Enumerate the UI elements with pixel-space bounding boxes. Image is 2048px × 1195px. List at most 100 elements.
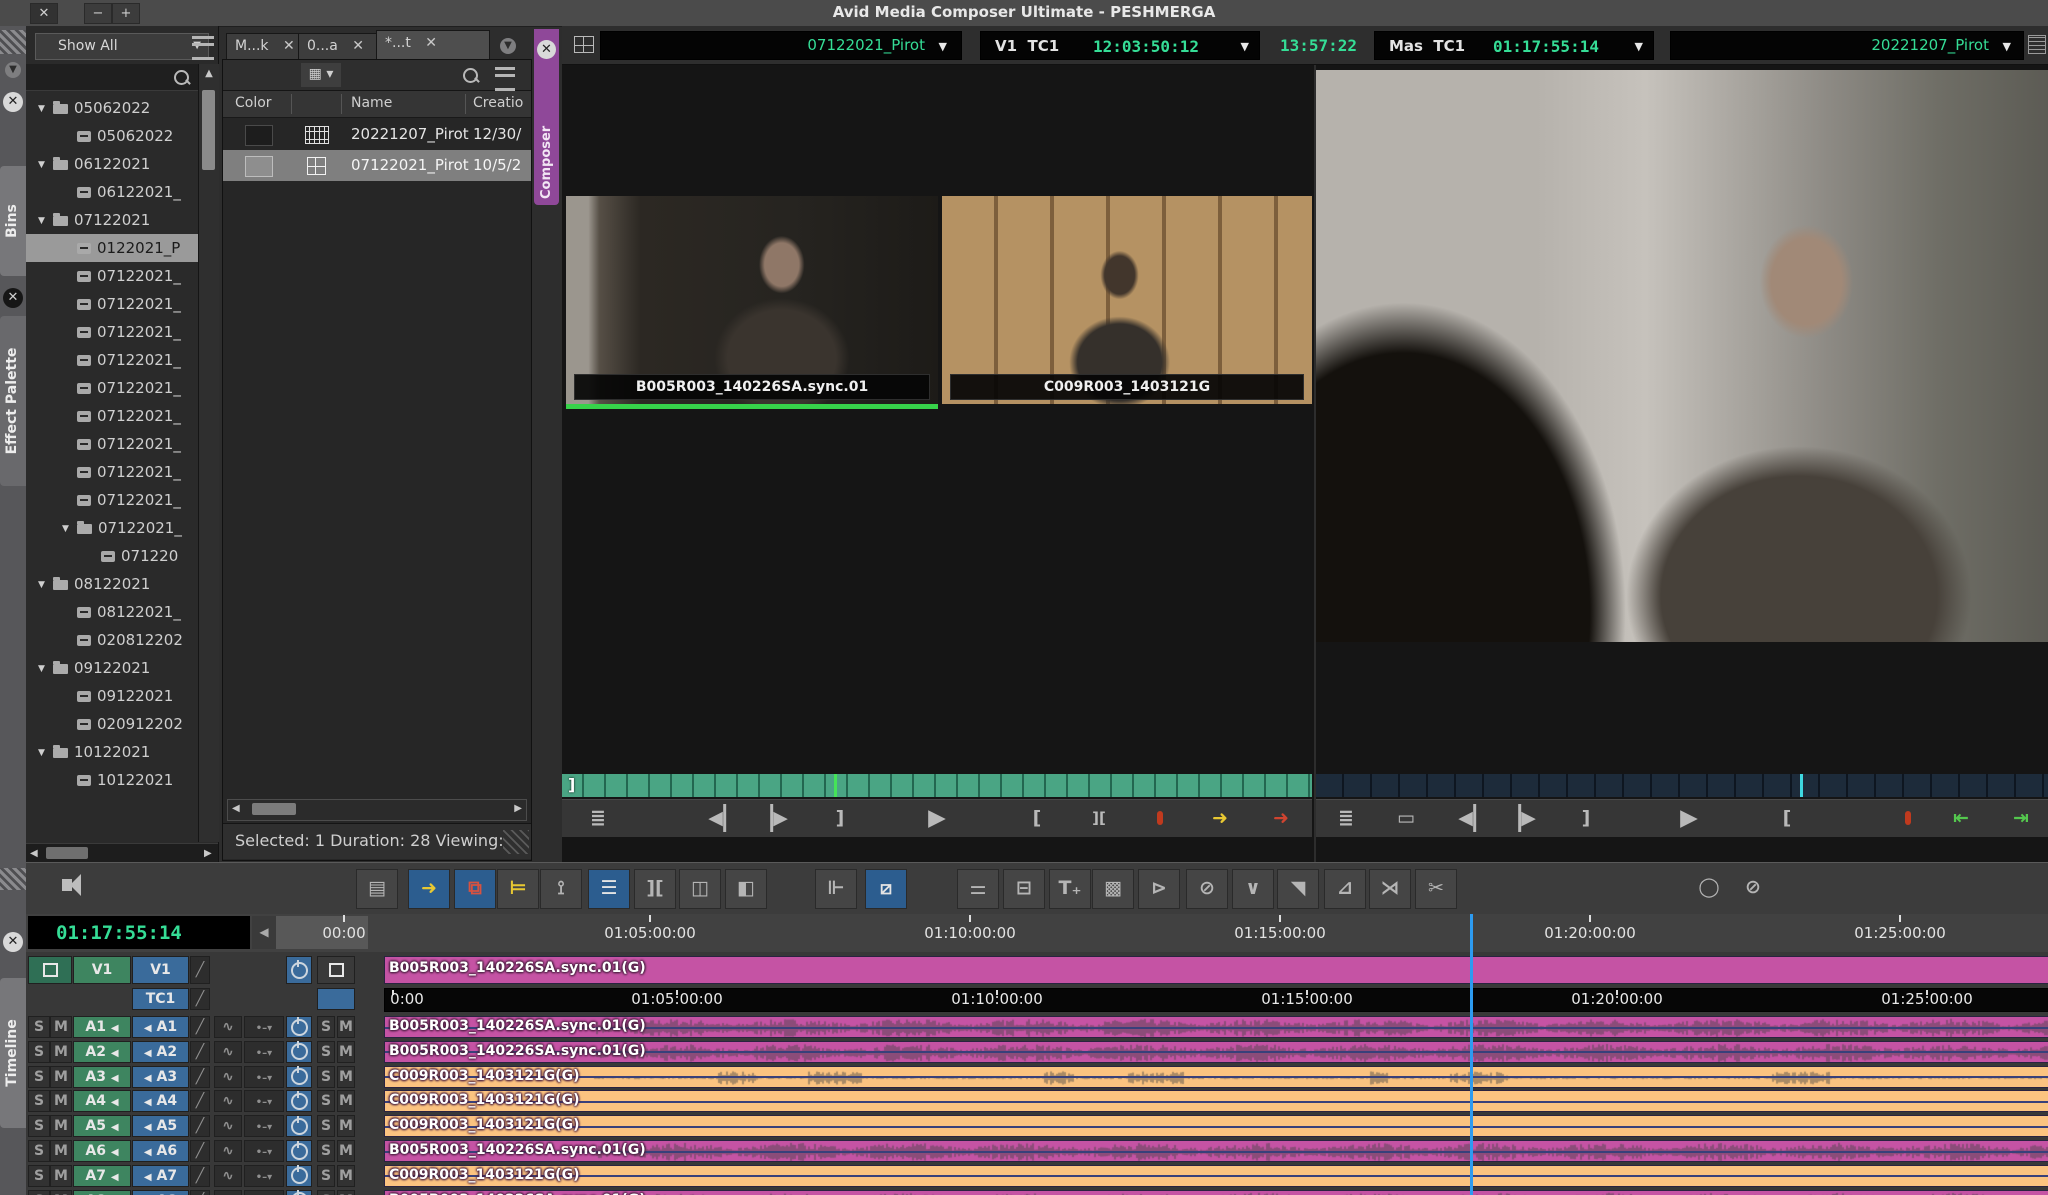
solo2-button-A7[interactable]: S: [317, 1165, 335, 1187]
mark-in-icon[interactable]: [: [1783, 804, 1792, 832]
audio-meter-icon[interactable]: [1905, 811, 1911, 825]
track-control-pen[interactable]: ╱: [190, 1140, 210, 1162]
scissors-icon[interactable]: ✂: [1415, 869, 1457, 909]
mute-button-A2[interactable]: M: [50, 1041, 72, 1063]
play-icon[interactable]: ▶: [1680, 804, 1698, 832]
source-clip-name-menu[interactable]: 07122021_Pirot ▼: [600, 31, 962, 60]
remove-effect-icon[interactable]: ⊘: [1186, 869, 1228, 909]
bin-tab[interactable]: *...t ✕: [376, 30, 490, 60]
splice-in-segment-icon[interactable]: ➜: [408, 869, 450, 909]
tc1-ruler[interactable]: 0:00 01:05:00:00 01:10:00:00 01:15:00:00…: [384, 988, 2048, 1012]
overwrite-segment-icon[interactable]: ⧉: [454, 869, 496, 909]
marker-icon[interactable]: ⊩: [815, 869, 857, 909]
tc1-track-selector[interactable]: TC1: [132, 988, 189, 1010]
focus-icon[interactable]: ◯: [1689, 869, 1729, 907]
timeline-clip-A5[interactable]: C009R003_1403121G(G): [384, 1115, 2048, 1137]
scrollbar-thumb[interactable]: [46, 847, 88, 859]
audio-meter-icon[interactable]: [1157, 811, 1163, 825]
audio-gain-icon[interactable]: ∨: [1232, 869, 1274, 909]
mute2-button-A2[interactable]: M: [337, 1041, 355, 1063]
tree-bin-row[interactable]: 07122021_: [26, 262, 198, 290]
bin-tab[interactable]: 0...a ✕: [298, 33, 386, 60]
sidebar-search-field[interactable]: [26, 64, 198, 91]
source-position-bar[interactable]: ]: [562, 774, 1312, 797]
mute2-button-A7[interactable]: M: [337, 1165, 355, 1187]
source-track-selector-A1[interactable]: A1 ◀: [73, 1016, 131, 1038]
timeline-clip-A6[interactable]: B005R003_140226SA.sync.01(G): [384, 1140, 2048, 1162]
solo2-button-A1[interactable]: S: [317, 1016, 335, 1038]
sync-lock-button[interactable]: [28, 956, 72, 984]
master-timecode-display[interactable]: Mas TC1 01:17:55:14 ▼: [1374, 31, 1654, 60]
drag-handle[interactable]: [0, 30, 26, 54]
timeline-clip-A3[interactable]: C009R003_1403121G(G): [384, 1066, 2048, 1088]
automation-button[interactable]: •–▾: [244, 1140, 284, 1162]
tree-bin-row[interactable]: 07122021_: [26, 290, 198, 318]
timeline-clip-A2[interactable]: B005R003_140226SA.sync.01(G): [384, 1041, 2048, 1063]
timeline-clip-A8[interactable]: B005R003_140226SA.sync.01(G): [384, 1190, 2048, 1195]
source-track-selector-A4[interactable]: A4 ◀: [73, 1090, 131, 1112]
tree-bin-row[interactable]: 07122021_: [26, 430, 198, 458]
tree-folder-row[interactable]: ▼06122021: [26, 150, 198, 178]
trim-left-icon[interactable]: ][: [634, 869, 676, 909]
scrollbar-thumb[interactable]: [202, 90, 215, 170]
tree-bin-row[interactable]: 071220: [26, 542, 198, 570]
track-control-pen[interactable]: ╱: [190, 956, 210, 984]
grid-view-icon[interactable]: [574, 36, 594, 53]
scroll-left-icon[interactable]: ◀: [232, 803, 240, 814]
close-timeline-icon[interactable]: ✕: [3, 932, 23, 952]
sidebar-tab-bins[interactable]: Bins: [0, 166, 26, 276]
mark-out-icon[interactable]: ]: [1582, 804, 1591, 832]
record-position-bar[interactable]: [1316, 774, 2048, 797]
source-timecode-display[interactable]: V1 TC1 12:03:50:12 ▼: [980, 31, 1260, 60]
video-quality-icon[interactable]: ⧄: [865, 869, 907, 909]
source-track-selector-A8[interactable]: A8 ◀: [73, 1190, 131, 1195]
solo-button-A8[interactable]: S: [28, 1190, 50, 1195]
automation-button[interactable]: •–▾: [244, 1016, 284, 1038]
record-track-selector-A4[interactable]: ◀ A4: [132, 1090, 189, 1112]
expand-arrow-icon[interactable]: ▼: [38, 571, 48, 599]
solo2-button-A2[interactable]: S: [317, 1041, 335, 1063]
record-position-playhead[interactable]: [1800, 774, 1803, 797]
step-forward-icon[interactable]: ▶: [770, 804, 788, 832]
sidebar-horizontal-scrollbar[interactable]: ◀ ▶: [26, 843, 218, 863]
scroll-up-icon[interactable]: ▲: [199, 68, 219, 79]
bin-filter-dropdown[interactable]: Show All ▼: [35, 33, 209, 60]
filmstrip-icon[interactable]: [2028, 35, 2046, 54]
bin-clip-row[interactable]: 07122021_Pirot10/5/2: [223, 150, 531, 181]
automation-button[interactable]: •–▾: [244, 1165, 284, 1187]
bin-fast-menu-icon[interactable]: [495, 67, 515, 91]
mute-button-A6[interactable]: M: [50, 1140, 72, 1162]
clip-name-menu-icon[interactable]: ≣: [590, 804, 606, 832]
panel-menu-icon[interactable]: ▼: [5, 62, 21, 78]
mute-button-A5[interactable]: M: [50, 1115, 72, 1137]
splice-in-icon[interactable]: ➜: [1212, 804, 1228, 832]
waveform-button[interactable]: ∿: [214, 1115, 242, 1137]
track-control-pen[interactable]: ╱: [190, 1115, 210, 1137]
go-to-out-icon[interactable]: ⇥: [2013, 804, 2029, 832]
track-control-pen[interactable]: ╱: [190, 1090, 210, 1112]
solo-button-A6[interactable]: S: [28, 1140, 50, 1162]
volume-automation-line[interactable]: [385, 1076, 2048, 1078]
track-monitor-button[interactable]: [286, 1115, 312, 1137]
tree-folder-row[interactable]: ▼07122021_: [26, 514, 198, 542]
solo2-button-A3[interactable]: S: [317, 1066, 335, 1088]
text-tool-icon[interactable]: T₊: [1049, 869, 1091, 909]
timeline-clip-A4[interactable]: C009R003_1403121G(G): [384, 1090, 2048, 1112]
source-position-playhead[interactable]: [834, 774, 837, 797]
column-header-name[interactable]: Name: [351, 91, 392, 116]
bin-view-mode-button[interactable]: ▦ ▾: [301, 63, 341, 87]
mute2-button-A8[interactable]: M: [337, 1190, 355, 1195]
close-tab-icon[interactable]: ✕: [352, 38, 364, 54]
automation-button[interactable]: •–▾: [244, 1090, 284, 1112]
mute-button-A7[interactable]: M: [50, 1165, 72, 1187]
clip-color-box[interactable]: [245, 156, 273, 177]
track-monitor-button[interactable]: [286, 1090, 312, 1112]
record-track-selector-v1[interactable]: V1: [132, 956, 189, 984]
tree-bin-row[interactable]: 07122021_: [26, 458, 198, 486]
tree-bin-row[interactable]: 07122021_: [26, 318, 198, 346]
timeline-clip-v1[interactable]: B005R003_140226SA.sync.01(G): [384, 956, 2048, 984]
segment-mode-icon[interactable]: ▤: [356, 869, 398, 909]
track-control-pen[interactable]: ╱: [190, 988, 210, 1010]
record-clip-name-menu[interactable]: 20221207_Pirot ▼: [1670, 31, 2024, 60]
solo-button-A3[interactable]: S: [28, 1066, 50, 1088]
